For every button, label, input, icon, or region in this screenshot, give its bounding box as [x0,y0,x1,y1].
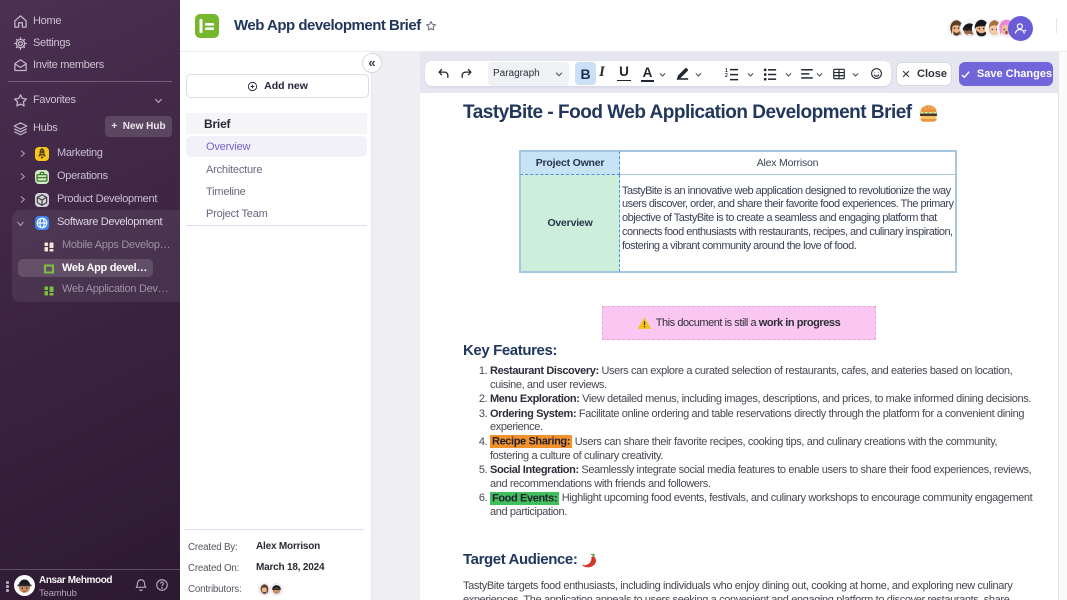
svg-text:2: 2 [725,73,728,79]
